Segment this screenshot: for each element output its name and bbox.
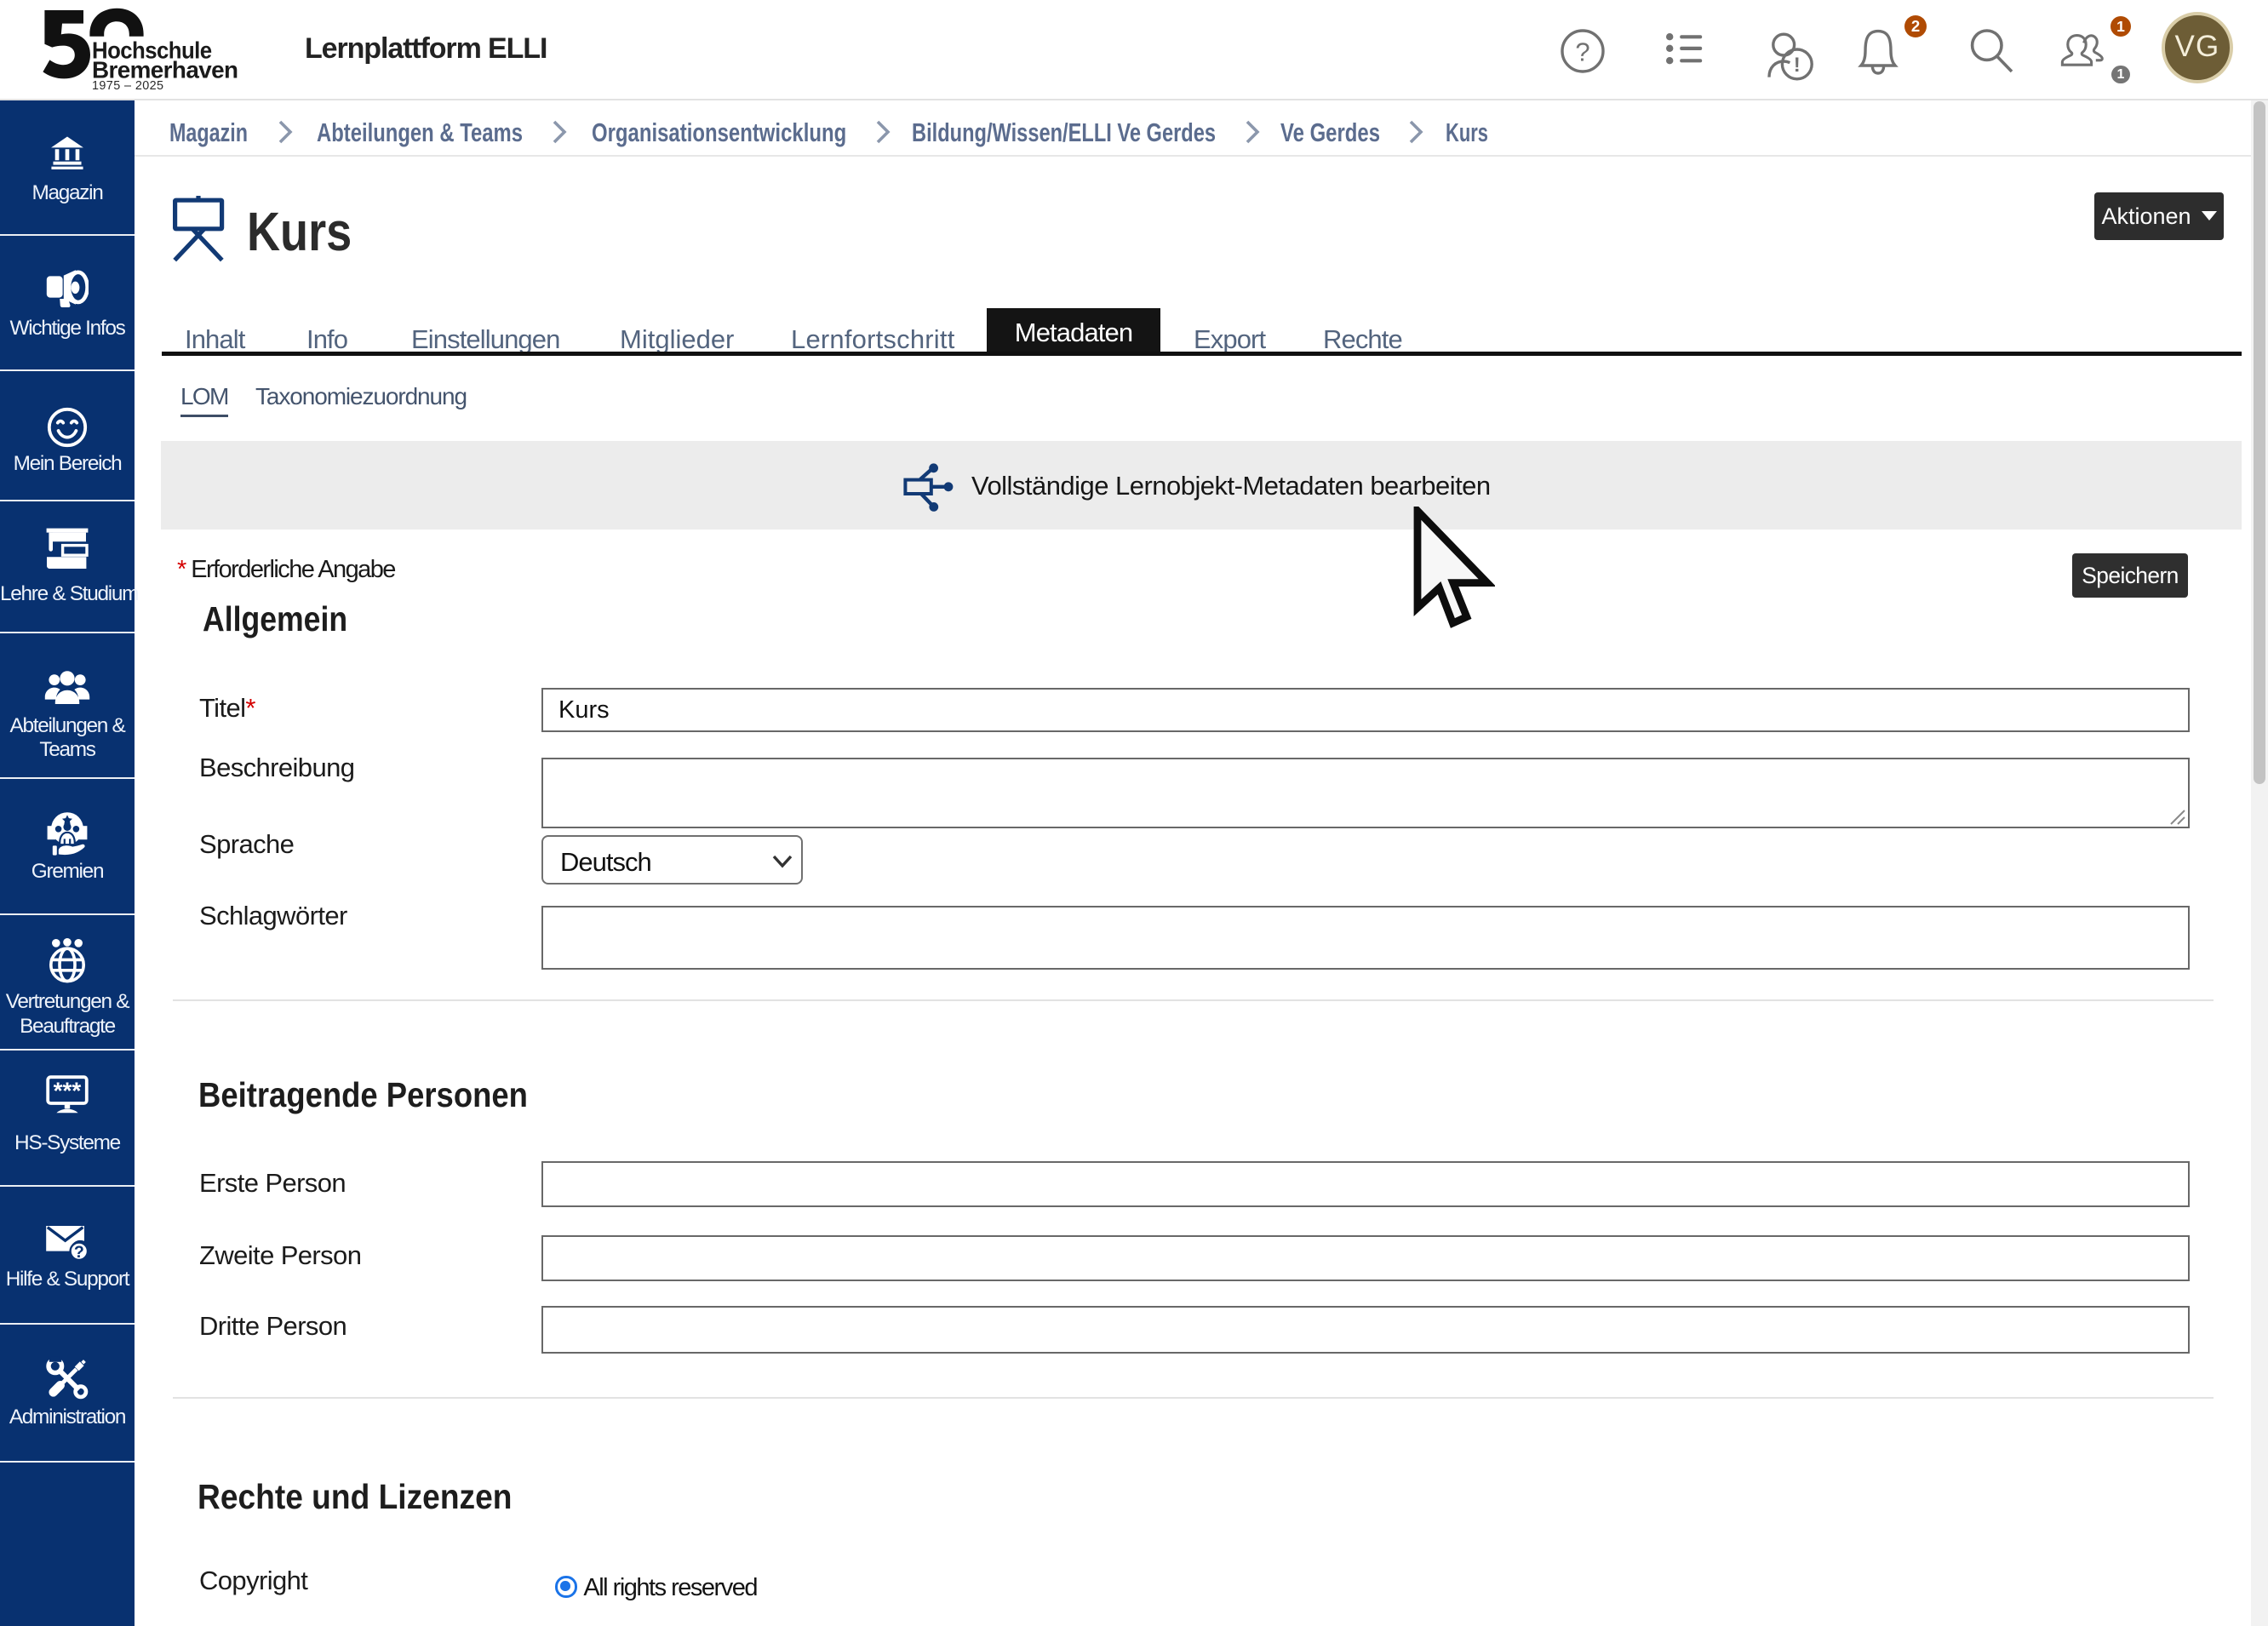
svg-text:?: ? — [1575, 37, 1589, 66]
svg-text:?: ? — [74, 1243, 84, 1262]
svg-text:1975 – 2025: 1975 – 2025 — [92, 79, 163, 93]
svg-text:!: ! — [1794, 54, 1801, 77]
svg-text:***: *** — [54, 1078, 82, 1104]
